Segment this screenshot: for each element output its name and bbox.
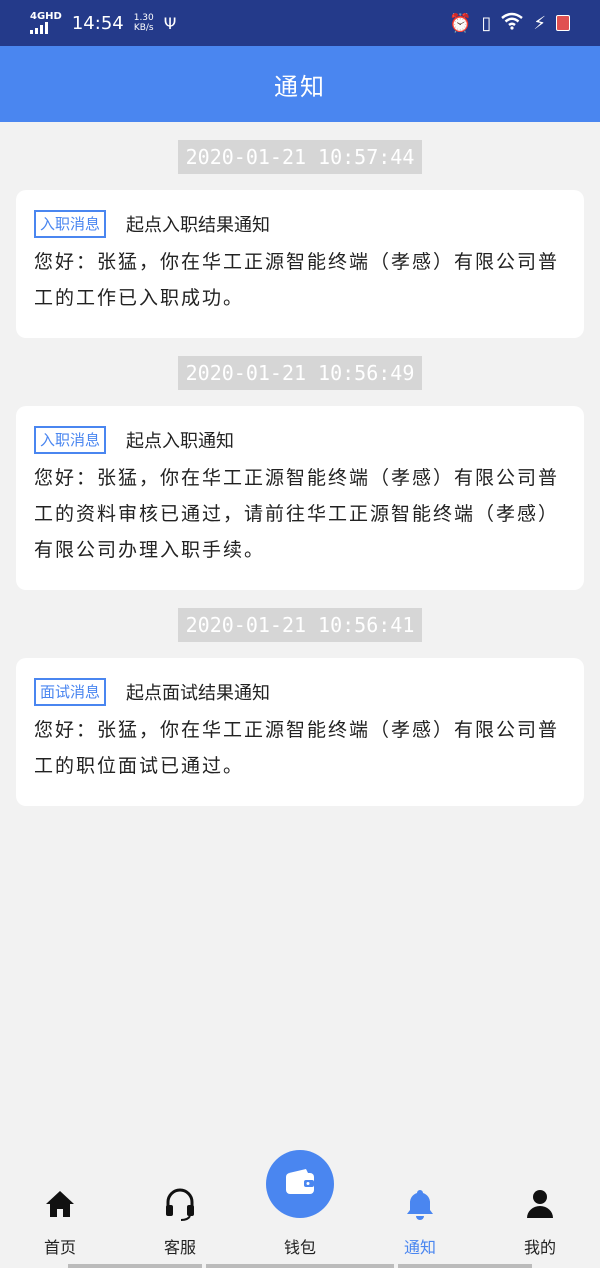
nav-home-label: 首页 [43, 1238, 76, 1257]
nav-service-label: 客服 [163, 1238, 196, 1257]
network-speed: 1.30 KB/s [134, 13, 154, 33]
user-icon [500, 1184, 580, 1224]
nav-mine-label: 我的 [523, 1238, 556, 1257]
notification-title: 起点入职通知 [126, 431, 235, 452]
notification-list[interactable]: 2020-01-21 10:57:44 入职消息 起点入职结果通知 您好：张猛，… [0, 122, 600, 806]
notification-card[interactable]: 入职消息 起点入职通知 您好：张猛，你在华工正源智能终端（孝感）有限公司普工的资… [16, 406, 584, 590]
network-type: 4GHD [30, 11, 62, 22]
notification-timestamp: 2020-01-21 10:56:41 [177, 608, 423, 642]
speed-value: 1.30 [133, 13, 154, 23]
notification-card[interactable]: 面试消息 起点面试结果通知 您好：张猛，你在华工正源智能终端（孝感）有限公司普工… [16, 658, 584, 806]
notification-tag: 面试消息 [34, 678, 107, 706]
notification-title: 起点入职结果通知 [126, 215, 271, 236]
vibrate-icon: ▯ [481, 12, 492, 34]
notification-tag: 入职消息 [34, 210, 107, 238]
page-title: 通知 [274, 72, 326, 101]
home-icon [20, 1184, 100, 1224]
app-header: 通知 [0, 46, 600, 122]
bell-icon [380, 1184, 460, 1224]
charging-icon: ⚡ [533, 12, 546, 34]
speed-unit: KB/s [133, 23, 154, 33]
clock: 14:54 [71, 12, 124, 34]
notification-timestamp: 2020-01-21 10:56:49 [177, 356, 423, 390]
nav-wallet[interactable]: 钱包 [260, 1184, 340, 1258]
notification-timestamp: 2020-01-21 10:57:44 [177, 140, 423, 174]
nav-notice-label: 通知 [403, 1238, 436, 1257]
signal-bars-icon [30, 22, 62, 34]
headset-icon [140, 1184, 220, 1224]
status-bar: 4GHD 14:54 1.30 KB/s Ψ ⏰ ▯ ⚡ [0, 0, 600, 46]
bottom-nav: 首页 客服 钱包 通知 我的 [0, 1150, 600, 1268]
notification-card[interactable]: 入职消息 起点入职结果通知 您好：张猛，你在华工正源智能终端（孝感）有限公司普工… [16, 190, 584, 338]
usb-icon: Ψ [163, 13, 177, 33]
notification-title: 起点面试结果通知 [126, 683, 271, 704]
notification-tag: 入职消息 [34, 426, 107, 454]
notification-body: 您好：张猛，你在华工正源智能终端（孝感）有限公司普工的职位面试已通过。 [34, 719, 560, 777]
nav-notice[interactable]: 通知 [380, 1184, 460, 1258]
notification-body: 您好：张猛，你在华工正源智能终端（孝感）有限公司普工的工作已入职成功。 [34, 251, 560, 309]
nav-wallet-label: 钱包 [283, 1238, 316, 1257]
alarm-icon: ⏰ [449, 12, 472, 34]
signal-indicator: 4GHD [30, 12, 62, 34]
wifi-icon [501, 12, 524, 35]
nav-mine[interactable]: 我的 [500, 1184, 580, 1258]
nav-home[interactable]: 首页 [20, 1184, 100, 1258]
notification-body: 您好：张猛，你在华工正源智能终端（孝感）有限公司普工的资料审核已通过，请前往华工… [34, 467, 560, 561]
battery-icon [556, 15, 570, 31]
nav-service[interactable]: 客服 [140, 1184, 220, 1258]
